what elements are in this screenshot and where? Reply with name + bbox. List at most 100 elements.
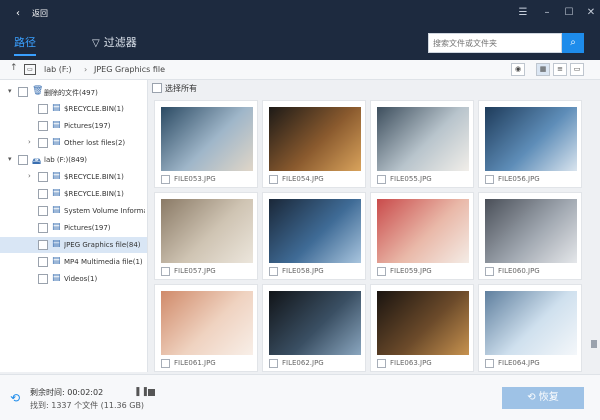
close-icon[interactable]: ✕	[582, 5, 600, 21]
thumbnail-checkbox[interactable]	[485, 175, 494, 184]
thumbnail-checkbox[interactable]	[269, 267, 278, 276]
tree-item-checkbox[interactable]	[38, 172, 48, 182]
search-icon: ⌕	[570, 37, 576, 48]
scrollbar-thumb[interactable]	[591, 340, 597, 348]
expand-arrow-icon[interactable]: ▾	[8, 155, 12, 163]
thumbnail-checkbox[interactable]	[161, 175, 170, 184]
tree-item-checkbox[interactable]	[38, 223, 48, 233]
thumbnail-checkbox[interactable]	[377, 359, 386, 368]
tree-item[interactable]: ▤ MP4 Multimedia file(1)	[0, 254, 147, 270]
thumbnail-image[interactable]	[485, 291, 577, 355]
tree-item-checkbox[interactable]	[38, 206, 48, 216]
expand-arrow-icon[interactable]: ›	[28, 172, 31, 180]
tree-item[interactable]: › ▤ $RECYCLE.BIN(1)	[0, 169, 147, 185]
stop-icon[interactable]	[148, 389, 155, 396]
preview-icon[interactable]: ◉	[511, 63, 525, 76]
detail-view-icon[interactable]: ▭	[570, 63, 584, 76]
image-thumbnail[interactable]: FILE053.JPG	[154, 100, 258, 188]
image-thumbnail[interactable]: FILE058.JPG	[262, 192, 366, 280]
filter-button[interactable]: ▽ 过滤器	[92, 34, 137, 50]
tree-item[interactable]: ▾ 🗑 删除的文件(497)	[0, 84, 147, 100]
tree-item-checkbox[interactable]	[18, 87, 28, 97]
image-thumbnail[interactable]: FILE059.JPG	[370, 192, 474, 280]
thumbnail-image[interactable]	[485, 107, 577, 171]
thumbnail-image[interactable]	[269, 199, 361, 263]
tree-item-checkbox[interactable]	[38, 121, 48, 131]
tree-item-checkbox[interactable]	[38, 240, 48, 250]
image-thumbnail[interactable]: FILE063.JPG	[370, 284, 474, 372]
tree-item-label: $RECYCLE.BIN(1)	[64, 173, 124, 181]
tree-item[interactable]: ▤ Pictures(197)	[0, 118, 147, 134]
search-button[interactable]: ⌕	[562, 33, 584, 53]
scrollbar[interactable]	[590, 96, 598, 374]
list-view-icon[interactable]: ≡	[553, 63, 567, 76]
image-thumbnail[interactable]: FILE064.JPG	[478, 284, 582, 372]
image-thumbnail[interactable]: FILE055.JPG	[370, 100, 474, 188]
tree-item-checkbox[interactable]	[38, 257, 48, 267]
tree-item[interactable]: ▤ JPEG Graphics file(84)	[0, 237, 147, 253]
tree-item-checkbox[interactable]	[38, 138, 48, 148]
folder-icon: ▤	[52, 273, 61, 283]
back-arrow-icon[interactable]: ‹	[16, 8, 26, 19]
search-input[interactable]	[429, 34, 559, 52]
tree-item[interactable]: ▾ 🖴 lab (F:)(849)	[0, 152, 147, 168]
breadcrumb-folder[interactable]: JPEG Graphics file	[94, 65, 165, 74]
thumbnail-image[interactable]	[377, 199, 469, 263]
recover-button[interactable]: ⟲ 恢复	[502, 387, 584, 409]
tree-item-checkbox[interactable]	[38, 274, 48, 284]
menu-icon[interactable]: ☰	[514, 5, 532, 21]
image-thumbnail[interactable]: FILE056.JPG	[478, 100, 582, 188]
tree-item[interactable]: ▤ $RECYCLE.BIN(1)	[0, 186, 147, 202]
thumbnail-checkbox[interactable]	[377, 175, 386, 184]
grid-view-icon[interactable]: ▦	[536, 63, 550, 76]
thumbnail-checkbox[interactable]	[485, 267, 494, 276]
thumbnail-image[interactable]	[161, 107, 253, 171]
expand-arrow-icon[interactable]: ›	[28, 138, 31, 146]
select-all[interactable]: 选择所有	[152, 81, 582, 95]
maximize-icon[interactable]: ☐	[560, 5, 578, 21]
image-thumbnail[interactable]: FILE061.JPG	[154, 284, 258, 372]
select-all-checkbox[interactable]	[152, 83, 162, 93]
tree-item-label: Videos(1)	[64, 275, 98, 283]
tree-item[interactable]: ▤ Videos(1)	[0, 271, 147, 287]
thumbnail-image[interactable]	[377, 291, 469, 355]
thumbnail-checkbox[interactable]	[485, 359, 494, 368]
thumbnail-image[interactable]	[269, 291, 361, 355]
thumbnail-filename: FILE058.JPG	[282, 267, 324, 275]
pause-icon[interactable]: ❚❚	[134, 387, 149, 397]
expand-arrow-icon[interactable]: ▾	[8, 87, 12, 95]
back-label[interactable]: 返回	[32, 8, 48, 19]
tree-item-checkbox[interactable]	[18, 155, 28, 165]
image-thumbnail[interactable]: FILE062.JPG	[262, 284, 366, 372]
thumbnail-image[interactable]	[269, 107, 361, 171]
tree-item-label: Pictures(197)	[64, 122, 111, 130]
tree-item[interactable]: › ▤ Other lost files(2)	[0, 135, 147, 151]
breadcrumb-drive[interactable]: lab (F:)	[44, 65, 72, 74]
tree-item-checkbox[interactable]	[38, 189, 48, 199]
thumbnail-image[interactable]	[161, 199, 253, 263]
search-box[interactable]	[428, 33, 562, 53]
image-thumbnail[interactable]: FILE060.JPG	[478, 192, 582, 280]
thumbnail-image[interactable]	[485, 199, 577, 263]
found-summary: 找到: 1337 个文件 (11.36 GB)	[30, 401, 145, 410]
thumbnail-filename: FILE056.JPG	[498, 175, 540, 183]
tree-item-label: Other lost files(2)	[64, 139, 126, 147]
tree-item[interactable]: ▤ System Volume Informati	[0, 203, 147, 219]
image-thumbnail[interactable]: FILE057.JPG	[154, 192, 258, 280]
up-arrow-icon[interactable]: ↑	[10, 63, 18, 73]
thumbnail-image[interactable]	[377, 107, 469, 171]
tab-path[interactable]: 路径	[14, 34, 36, 56]
tree-item-checkbox[interactable]	[38, 104, 48, 114]
image-thumbnail[interactable]: FILE054.JPG	[262, 100, 366, 188]
tree-item[interactable]: ▤ $RECYCLE.BIN(1)	[0, 101, 147, 117]
thumbnail-checkbox[interactable]	[161, 359, 170, 368]
elapsed-label: 剩余时间:	[30, 388, 65, 397]
toolbar: 路径 ▽过滤器 ⌕	[0, 28, 600, 60]
tree-item[interactable]: ▤ Pictures(197)	[0, 220, 147, 236]
minimize-icon[interactable]: –	[538, 5, 556, 21]
thumbnail-checkbox[interactable]	[377, 267, 386, 276]
thumbnail-checkbox[interactable]	[161, 267, 170, 276]
thumbnail-checkbox[interactable]	[269, 359, 278, 368]
thumbnail-image[interactable]	[161, 291, 253, 355]
thumbnail-checkbox[interactable]	[269, 175, 278, 184]
